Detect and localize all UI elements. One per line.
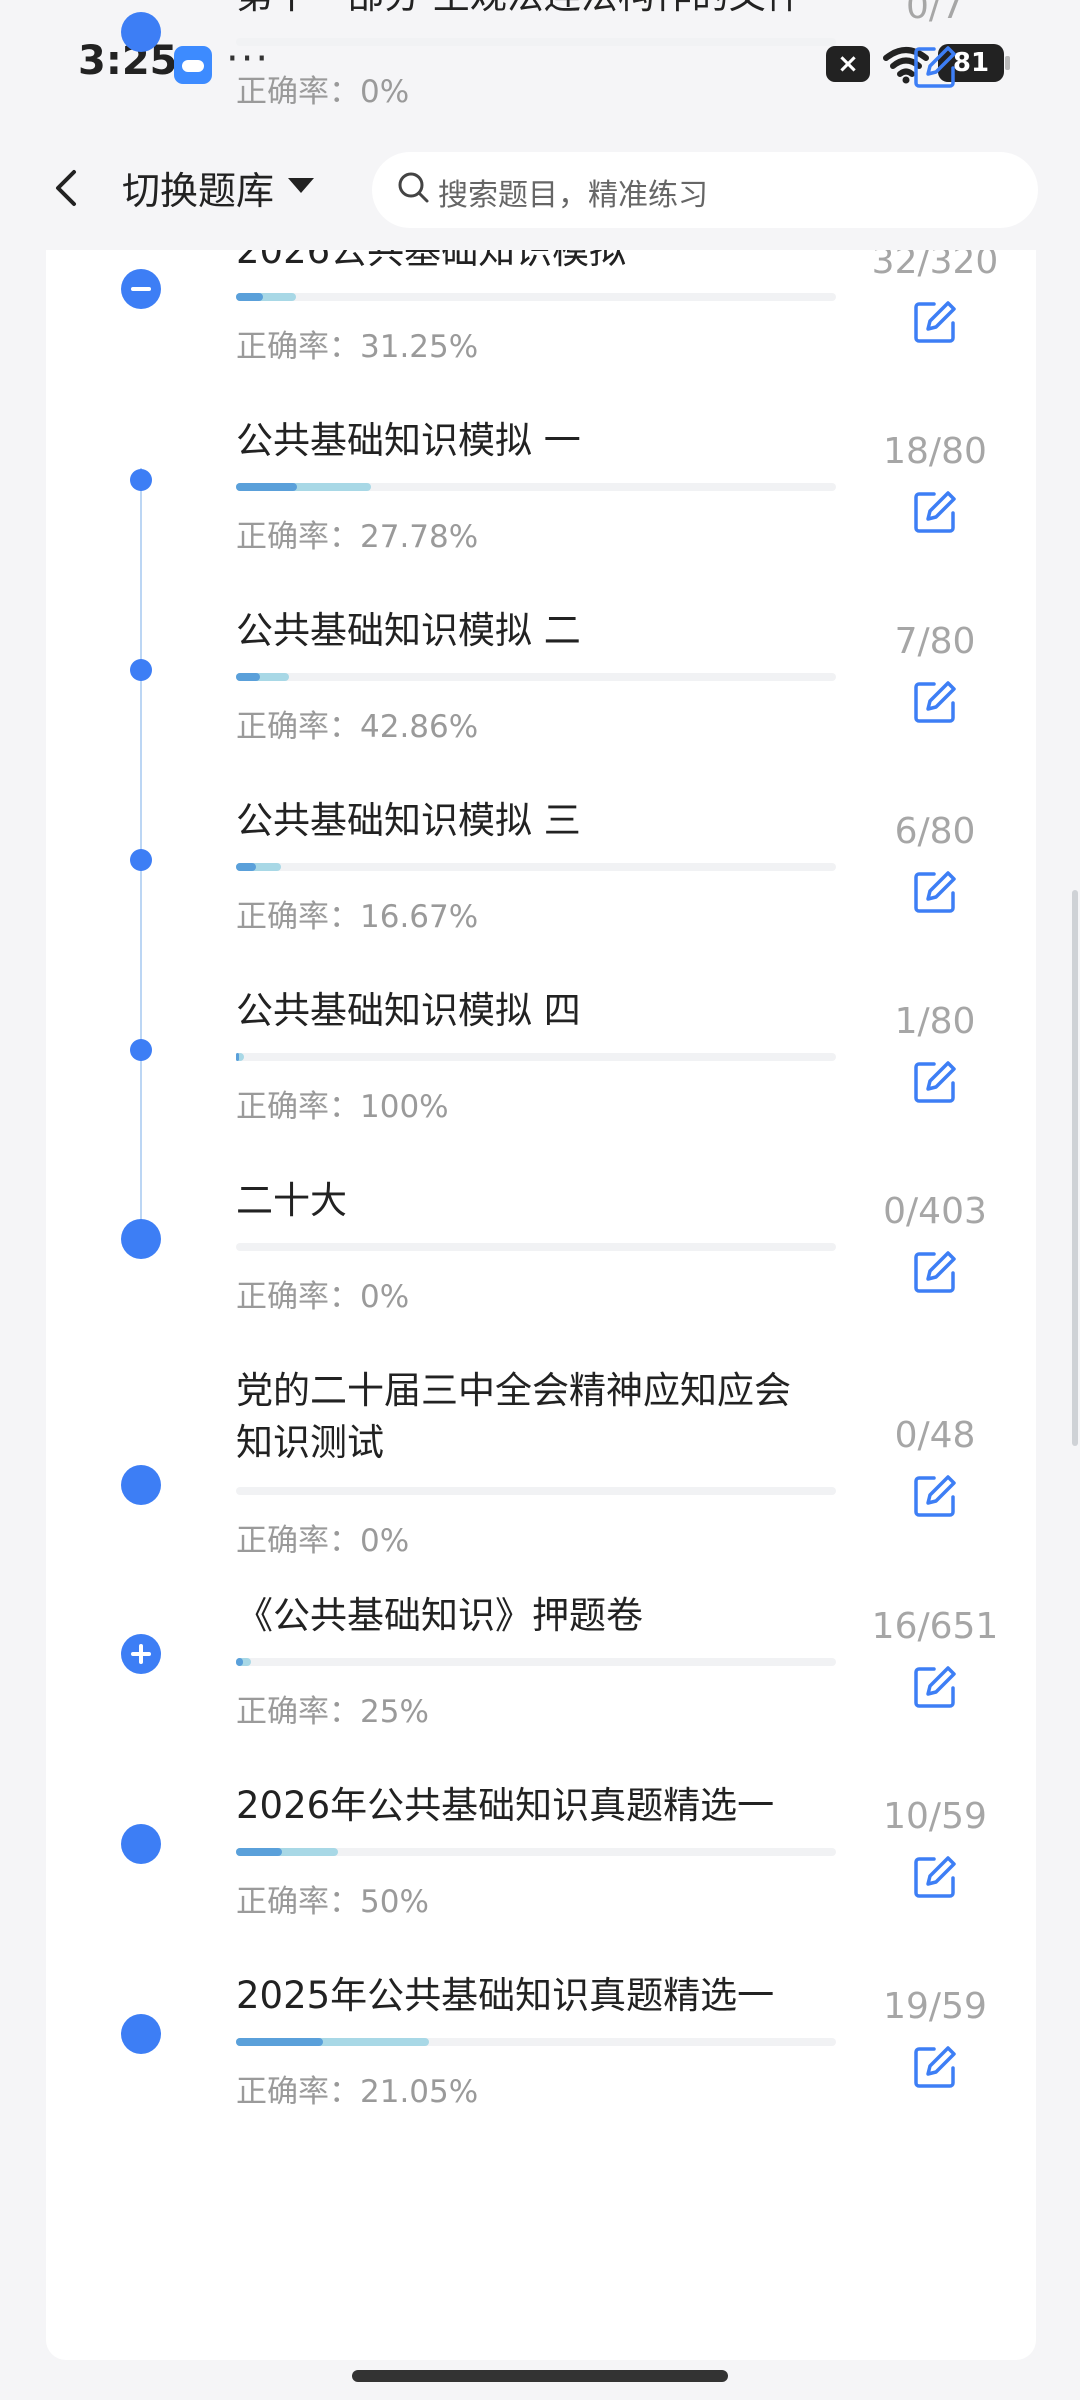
progress-count: 7/80 [894, 621, 976, 662]
progress-bar [236, 1053, 836, 1061]
edit-icon[interactable] [912, 1664, 958, 1710]
bank-name: 公共基础知识模拟 四 [236, 989, 581, 1032]
search-icon [398, 172, 429, 203]
bank-name: 公共基础知识模拟 三 [236, 799, 581, 842]
bank-name: 2026年公共基础知识真题精选一 [236, 1784, 775, 1827]
bank-row[interactable]: 2026公共基础知识模拟 正确率：31.25% 32/320 [0, 225, 1080, 415]
bank-row[interactable]: 《公共基础知识》押题卷正确率：25% 16/651 [0, 1590, 1080, 1780]
timeline-dot [130, 849, 152, 871]
progress-bar [236, 673, 836, 681]
accuracy-label: 正确率：42.86% [236, 709, 479, 745]
timeline-dot-large [121, 2014, 161, 2054]
accuracy-label: 正确率：31.25% [236, 329, 479, 365]
progress-bar [236, 483, 836, 491]
bank-row[interactable]: 公共基础知识模拟 三正确率：16.67% 6/80 [0, 795, 1080, 985]
edit-icon[interactable] [912, 1473, 958, 1519]
edit-icon[interactable] [912, 1059, 958, 1105]
accuracy-label: 正确率：100% [236, 1089, 449, 1125]
edit-icon[interactable] [912, 489, 958, 535]
progress-count: 1/80 [894, 1001, 976, 1042]
progress-count: 18/80 [883, 431, 987, 472]
bank-name: 公共基础知识模拟 二 [236, 609, 581, 652]
edit-icon[interactable] [912, 299, 958, 345]
progress-count: 16/651 [871, 1606, 999, 1647]
progress-count: 6/80 [894, 811, 976, 852]
bank-name-line2: 知识测试 [236, 1421, 384, 1464]
progress-count: 0/7 [906, 0, 964, 27]
bank-name: 公共基础知识模拟 一 [236, 419, 581, 462]
back-icon[interactable] [40, 160, 96, 216]
bank-name: 二十大 [236, 1179, 347, 1222]
top-nav: 切换题库 搜索题目，精准练习 [0, 130, 1080, 250]
bank-name: 《公共基础知识》押题卷 [236, 1594, 643, 1637]
progress-count: 0/48 [894, 1415, 976, 1456]
home-indicator[interactable] [352, 2370, 728, 2382]
accuracy-label: 正确率：0% [236, 1523, 410, 1559]
accuracy-label: 正确率：0% [236, 1279, 410, 1315]
scrollbar[interactable] [1072, 890, 1078, 1446]
bank-name: 2025年公共基础知识真题精选一 [236, 1974, 775, 2017]
timeline-dot-large [121, 1824, 161, 1864]
expand-icon[interactable] [121, 1634, 161, 1674]
bank-row[interactable]: 公共基础知识模拟 四正确率：100% 1/80 [0, 985, 1080, 1175]
accuracy-label: 正确率：16.67% [236, 899, 479, 935]
progress-bar [236, 1243, 836, 1251]
bank-row[interactable]: 公共基础知识模拟 二正确率：42.86% 7/80 [0, 605, 1080, 795]
bank-name: 第十一部分 主观法连法构作的文件 [236, 0, 803, 22]
progress-bar [236, 863, 836, 871]
timeline-dot-large [121, 12, 161, 52]
edit-icon[interactable] [912, 1854, 958, 1900]
progress-bar [236, 1848, 836, 1856]
timeline-dot [130, 469, 152, 491]
bank-name: 党的二十届三中全会精神应知应会 [236, 1369, 791, 1412]
progress-count: 0/403 [883, 1191, 987, 1232]
progress-count: 19/59 [883, 1986, 987, 2027]
timeline-dot [130, 1039, 152, 1061]
edit-icon[interactable] [912, 44, 958, 90]
collapse-icon[interactable] [121, 269, 161, 309]
bank-row[interactable]: 2026年公共基础知识真题精选一正确率：50% 10/59 [0, 1780, 1080, 1970]
accuracy-label: 正确率：0% [236, 74, 410, 110]
bank-row[interactable]: 公共基础知识模拟 一正确率：27.78% 18/80 [0, 415, 1080, 605]
caret-down-icon[interactable] [288, 178, 314, 193]
edit-icon[interactable] [912, 2044, 958, 2090]
bank-row[interactable]: 二十大正确率：0% 0/403 [0, 1175, 1080, 1365]
search-input[interactable]: 搜索题目，精准练习 [372, 152, 1038, 228]
bank-row[interactable]: 2025年公共基础知识真题精选一正确率：21.05% 19/59 [0, 1970, 1080, 2160]
progress-bar [236, 1658, 836, 1666]
edit-icon[interactable] [912, 679, 958, 725]
progress-bar [236, 38, 836, 46]
progress-bar [236, 293, 836, 301]
timeline-dot-large [121, 1465, 161, 1505]
timeline-dot-large [121, 1219, 161, 1259]
progress-bar [236, 1487, 836, 1495]
edit-icon[interactable] [912, 1249, 958, 1295]
progress-bar [236, 2038, 836, 2046]
edit-icon[interactable] [912, 869, 958, 915]
switch-bank-button[interactable]: 切换题库 [122, 160, 274, 215]
search-placeholder: 搜索题目，精准练习 [438, 178, 708, 213]
bank-row[interactable]: 党的二十届三中全会精神应知应会 知识测试正确率：0% 0/48 [0, 1365, 1080, 1559]
accuracy-label: 正确率：25% [236, 1694, 429, 1730]
accuracy-label: 正确率：27.78% [236, 519, 479, 555]
progress-count: 10/59 [883, 1796, 987, 1837]
accuracy-label: 正确率：21.05% [236, 2074, 479, 2110]
timeline-dot [130, 659, 152, 681]
accuracy-label: 正确率：50% [236, 1884, 429, 1920]
